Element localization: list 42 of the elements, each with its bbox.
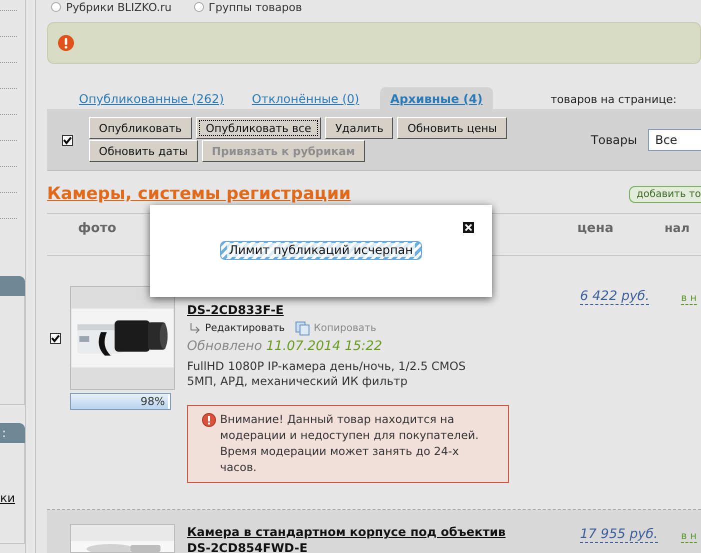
edit-link[interactable]: Редактировать: [205, 323, 285, 334]
radio-button[interactable]: [51, 2, 61, 12]
check-icon: [51, 334, 60, 343]
error-icon: [58, 35, 74, 51]
progress-reading: 98%: [140, 395, 165, 408]
sidebar-panel-header: [0, 276, 25, 296]
column-header: нал: [664, 221, 690, 235]
radio-label[interactable]: Рубрики BLIZKO.ru: [66, 0, 172, 14]
checkbox[interactable]: [62, 135, 74, 146]
radio-button[interactable]: [194, 2, 204, 12]
limit-message: Лимит публикаций исчерпан: [220, 241, 422, 260]
return-arrow-icon: [189, 323, 201, 334]
product-title[interactable]: DS-2CD833F-E: [187, 302, 580, 318]
price-link[interactable]: 17 955 руб.: [580, 527, 658, 543]
add-product-button[interactable]: добавить то: [629, 186, 701, 202]
close-button[interactable]: [463, 222, 474, 233]
copy-icon: [294, 321, 310, 336]
updated-date: 11.07.2014 15:22: [266, 339, 382, 354]
toolbar-button[interactable]: Опубликовать: [88, 117, 192, 139]
toolbar-button[interactable]: Удалить: [325, 117, 394, 139]
toolbar-button[interactable]: Обновить цены: [397, 117, 507, 139]
warning-icon: [202, 413, 216, 427]
tab[interactable]: Опубликованные (262): [70, 92, 233, 109]
radio-label[interactable]: Группы товаров: [208, 0, 302, 14]
column-header: цена: [577, 221, 614, 236]
price-link[interactable]: 6 422 руб.: [580, 289, 650, 305]
per-page-label: товаров на странице:: [550, 93, 677, 108]
column-header: фото: [78, 221, 116, 236]
close-icon: [463, 222, 474, 233]
filter-select[interactable]: Все: [648, 128, 701, 150]
check-icon: [63, 136, 72, 145]
toolbar-button[interactable]: Обновить даты: [88, 140, 198, 162]
sidebar-link[interactable]: ки: [0, 491, 14, 505]
sidebar-panel-header: :: [0, 423, 25, 443]
filter-label: Товары: [590, 132, 638, 146]
checkbox[interactable]: [50, 333, 61, 344]
toolbar-button[interactable]: Опубликовать все: [196, 117, 322, 139]
product-title[interactable]: Камера в стандартном корпусе под объектив DS-2CD854FWD-E: [187, 524, 580, 553]
updated-label: Обновлено: [187, 339, 262, 354]
tab[interactable]: Отклонённые (0): [242, 92, 368, 109]
warning-text: Внимание! Данный товар находится на модерации и недоступен для покупателей. Время модерации может занять до 24-х часов.: [220, 412, 480, 476]
product-description: FullHD 1080P IP-камера день/ночь, 1/2.5 CMOS 5МП, АРД, механический ИК фильтр: [187, 359, 467, 389]
